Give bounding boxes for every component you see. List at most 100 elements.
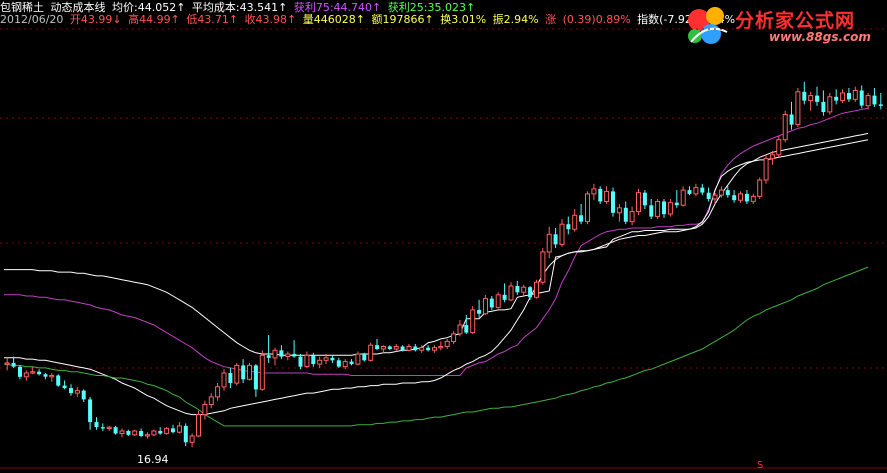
candle-115 — [738, 191, 743, 203]
candle-body — [81, 390, 86, 400]
candle-7 — [49, 373, 55, 382]
candle-body — [847, 93, 851, 100]
candle-23 — [151, 429, 157, 436]
candle-body — [241, 365, 246, 380]
candle-10 — [69, 384, 73, 396]
candle-body — [827, 96, 833, 113]
candle-38 — [247, 362, 252, 381]
candle-118 — [757, 177, 763, 199]
candle-70 — [451, 331, 457, 344]
candle-body — [763, 158, 769, 181]
candle-46 — [298, 354, 303, 370]
candle-30 — [196, 410, 201, 438]
candle-35 — [228, 367, 233, 389]
candle-body — [738, 193, 743, 201]
indicator-lines — [3, 107, 869, 427]
candle-71 — [457, 320, 463, 337]
candle-92 — [591, 183, 597, 201]
line-avg_cost — [4, 132, 869, 416]
low-price-label: 16.94 — [137, 453, 169, 466]
candle-body — [553, 234, 558, 245]
candle-85 — [546, 226, 552, 259]
candle-61 — [393, 344, 399, 352]
candle-body — [757, 179, 763, 197]
candle-body — [712, 194, 718, 200]
candle-107 — [687, 186, 692, 196]
candle-body — [483, 298, 488, 315]
candle-body — [821, 101, 826, 112]
candle-body — [834, 96, 839, 101]
candle-body — [94, 422, 99, 428]
candle-106 — [680, 186, 686, 207]
candle-47 — [304, 351, 310, 368]
candle-76 — [489, 296, 494, 310]
candle-25 — [164, 427, 170, 435]
candle-body — [375, 345, 380, 349]
sell-marker: S — [757, 460, 764, 471]
candle-95 — [611, 187, 615, 217]
candle-body — [336, 360, 341, 367]
candle-82 — [528, 286, 533, 300]
candle-body — [808, 95, 814, 102]
candle-body — [208, 396, 214, 405]
candle-body — [528, 287, 533, 298]
candle-60 — [387, 345, 392, 351]
candle-body — [769, 154, 775, 160]
candle-body — [387, 346, 392, 349]
candle-110 — [706, 187, 711, 202]
candle-9 — [62, 380, 67, 390]
candle-body — [515, 286, 520, 293]
candle-body — [151, 430, 157, 436]
candle-body — [266, 355, 271, 358]
candle-75 — [483, 294, 488, 315]
candle-2 — [18, 365, 22, 380]
candle-136 — [872, 88, 877, 107]
candle-104 — [667, 199, 673, 217]
candle-body — [176, 425, 182, 433]
candle-100 — [642, 190, 647, 209]
candle-body — [37, 371, 42, 375]
candle-77 — [495, 292, 501, 309]
candle-body — [285, 353, 291, 357]
candle-body — [795, 91, 801, 126]
candle-body — [655, 201, 661, 218]
candle-119 — [763, 154, 769, 184]
candle-24 — [158, 427, 163, 435]
candle-49 — [317, 356, 323, 368]
candle-body — [782, 114, 788, 141]
candle-body — [680, 189, 686, 206]
candle-body — [113, 427, 118, 434]
candle-88 — [566, 216, 571, 235]
candlesticks — [4, 81, 883, 448]
candle-91 — [585, 191, 590, 225]
candle-body — [253, 365, 258, 390]
candle-body — [272, 349, 278, 359]
candle-105 — [674, 190, 679, 208]
candle-44 — [285, 351, 291, 361]
candle-body — [247, 364, 252, 380]
candle-18 — [119, 428, 125, 438]
candle-81 — [521, 284, 527, 296]
candle-21 — [139, 428, 144, 438]
candle-127 — [815, 86, 820, 106]
candle-body — [878, 104, 883, 106]
candle-body — [100, 427, 105, 429]
candle-64 — [413, 344, 418, 352]
line-profit75 — [4, 107, 869, 376]
candle-body — [279, 350, 284, 357]
candle-body — [202, 404, 208, 416]
candle-108 — [693, 183, 699, 197]
candle-body — [349, 361, 354, 365]
candle-body — [132, 430, 138, 436]
candle-body — [126, 431, 131, 435]
candle-body — [292, 354, 297, 357]
candle-body — [725, 190, 730, 196]
candle-133 — [852, 86, 858, 102]
candle-86 — [553, 228, 558, 249]
candle-body — [317, 359, 323, 365]
candle-body — [139, 431, 144, 436]
candle-body — [380, 346, 386, 350]
candle-98 — [629, 206, 635, 226]
candle-body — [11, 362, 16, 367]
candle-22 — [145, 432, 150, 439]
